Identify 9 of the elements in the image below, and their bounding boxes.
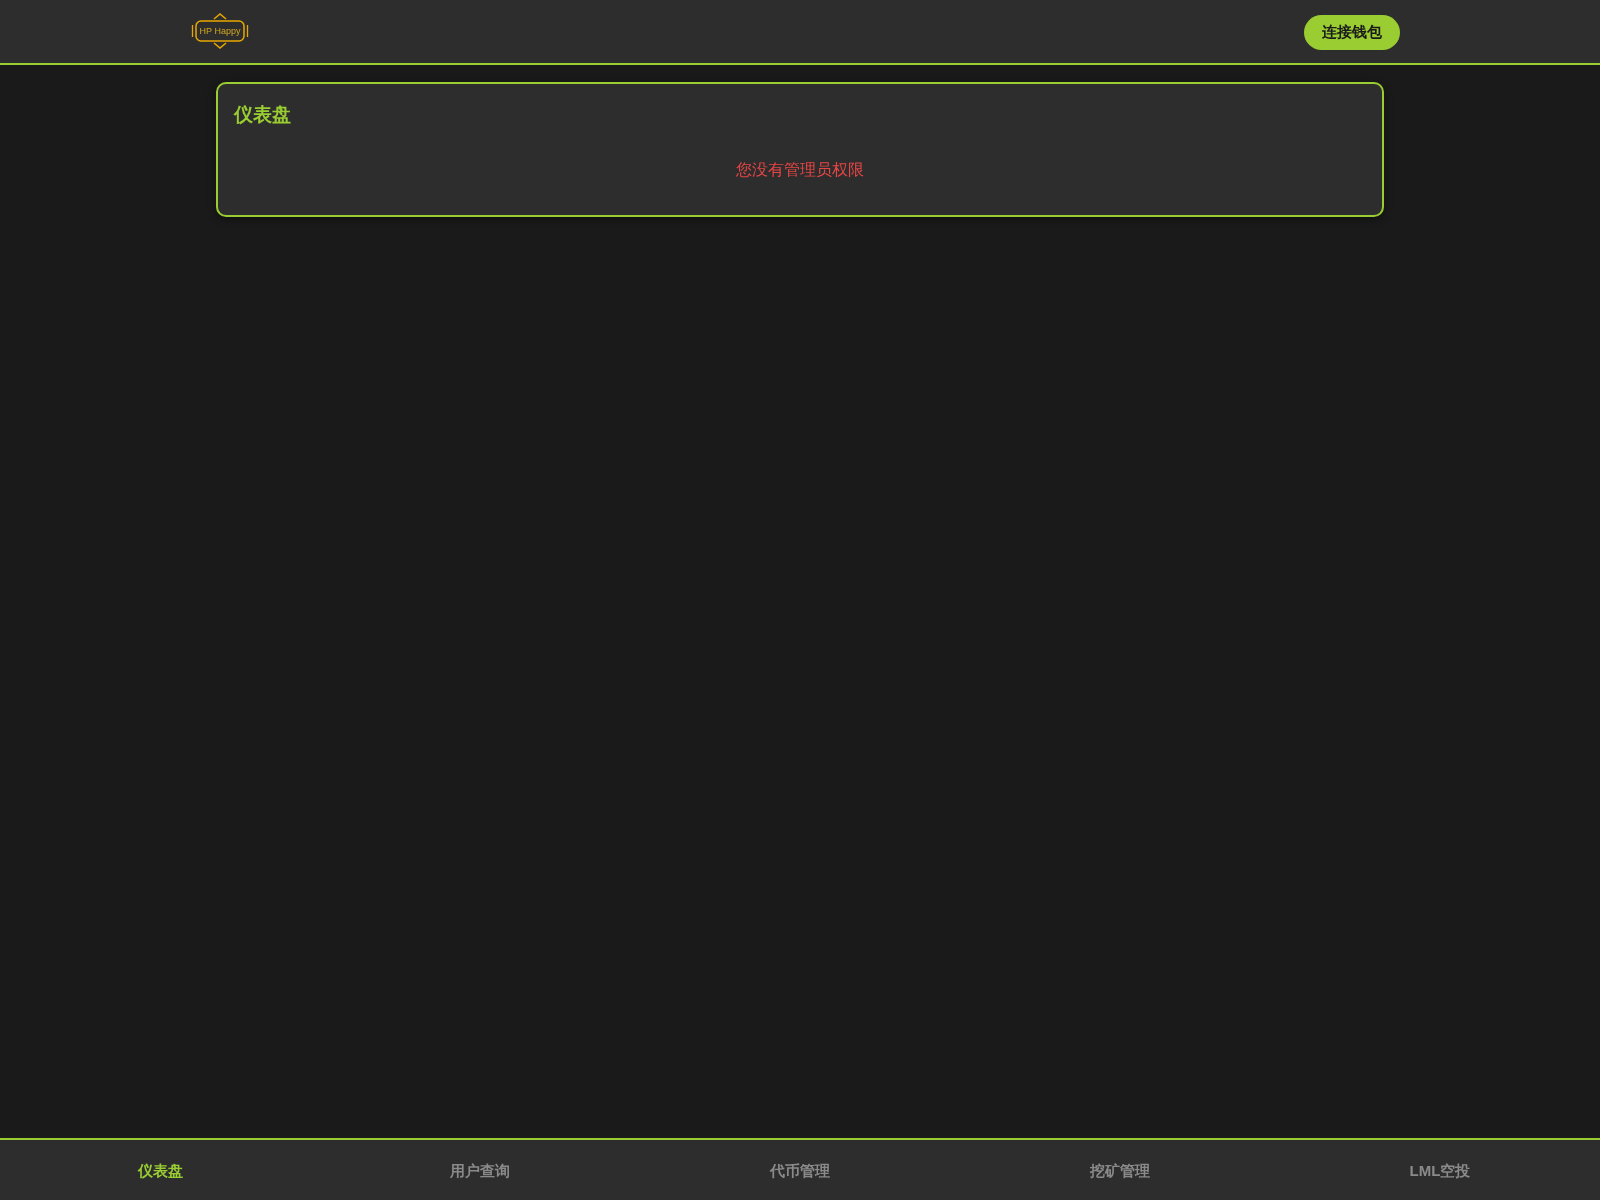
logo[interactable]: HP Happy [191, 12, 249, 50]
connect-wallet-button[interactable]: 连接钱包 [1304, 14, 1400, 50]
nav-tab[interactable]: 代币管理 [764, 1157, 836, 1185]
nav-tab[interactable]: 用户查询 [444, 1157, 516, 1185]
nav-tab[interactable]: LML空投 [1403, 1157, 1477, 1185]
nav-tab[interactable]: 挖矿管理 [1084, 1157, 1156, 1185]
permission-error-message: 您没有管理员权限 [736, 160, 864, 180]
card-title: 仪表盘 [234, 103, 291, 127]
nav-tab[interactable]: 仪表盘 [131, 1157, 189, 1185]
